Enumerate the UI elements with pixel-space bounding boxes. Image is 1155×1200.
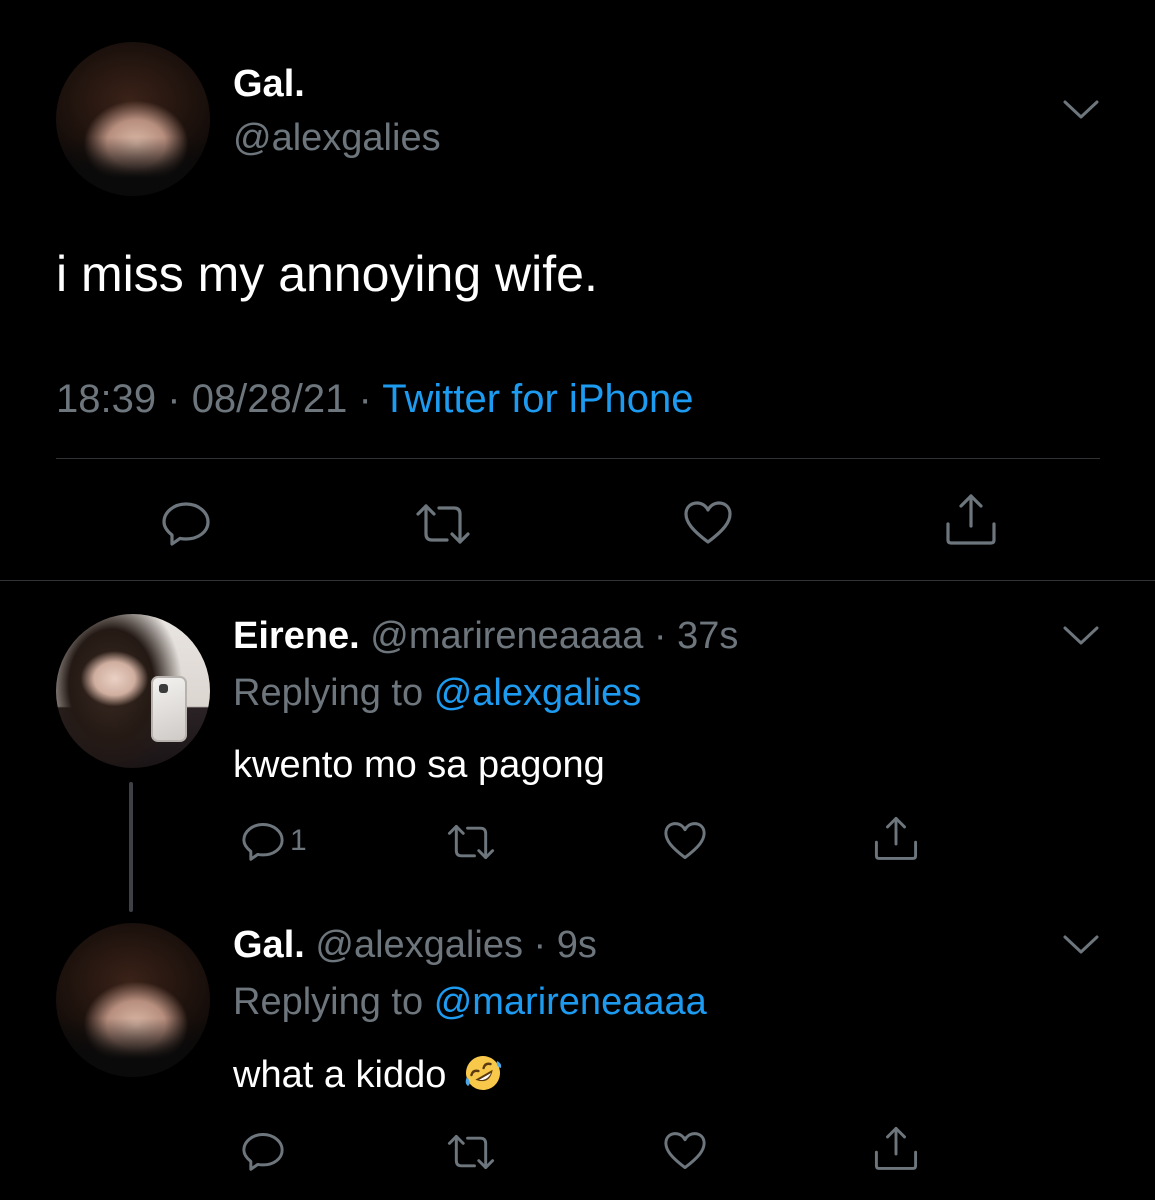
divider: [56, 458, 1100, 459]
chevron-down-icon[interactable]: [1062, 933, 1100, 957]
avatar[interactable]: [56, 923, 210, 1077]
reply-icon[interactable]: [240, 821, 286, 861]
tweet-meta: 18:39 · 08/28/21 · Twitter for iPhone: [56, 377, 693, 422]
meta-separator: ·: [167, 377, 181, 421]
retweet-icon[interactable]: [413, 502, 473, 546]
avatar[interactable]: [56, 614, 210, 768]
share-icon[interactable]: [873, 1125, 919, 1171]
replying-to: Replying to @marireneaaaa: [233, 981, 707, 1024]
retweet-icon[interactable]: [445, 823, 497, 861]
username[interactable]: @alexgalies: [315, 924, 523, 966]
phone-in-photo: [151, 676, 187, 742]
heart-icon[interactable]: [662, 1131, 708, 1171]
heart-icon[interactable]: [662, 821, 708, 861]
reply-icon[interactable]: [160, 500, 212, 546]
replying-to: Replying to @alexgalies: [233, 672, 641, 715]
avatar[interactable]: [56, 42, 210, 196]
replying-to-label: Replying to: [233, 981, 424, 1023]
reply-header: Gal. @alexgalies · 9s: [233, 924, 597, 966]
username[interactable]: @alexgalies: [233, 117, 441, 160]
heart-icon[interactable]: [682, 500, 734, 546]
share-icon[interactable]: [944, 492, 998, 546]
reply-header: Eirene. @marireneaaaa · 37s: [233, 615, 739, 657]
share-icon[interactable]: [873, 815, 919, 861]
tweet-date: 08/28/21: [191, 377, 348, 421]
retweet-icon[interactable]: [445, 1133, 497, 1171]
reply-icon[interactable]: [240, 1131, 286, 1171]
tweet-time: 18:39: [56, 377, 157, 421]
chevron-down-icon[interactable]: [1062, 624, 1100, 648]
tweet-text: what a kiddo: [233, 1054, 447, 1096]
rolling-laughing-emoji-icon: [463, 1053, 503, 1093]
display-name[interactable]: Gal.: [233, 924, 305, 966]
tweet-text-row: what a kiddo: [233, 1053, 503, 1097]
tweet-text: i miss my annoying wife.: [56, 246, 598, 302]
chevron-down-icon[interactable]: [1062, 98, 1100, 122]
replying-to-label: Replying to: [233, 672, 424, 714]
tweet-age: 9s: [556, 924, 597, 966]
thread-line: [129, 782, 133, 912]
display-name[interactable]: Gal.: [233, 63, 305, 106]
tweet-age: 37s: [677, 615, 739, 657]
divider: [0, 580, 1155, 581]
replying-to-link[interactable]: @marireneaaaa: [434, 981, 707, 1023]
meta-separator: ·: [358, 377, 372, 421]
replying-to-link[interactable]: @alexgalies: [434, 672, 642, 714]
tweet-source-link[interactable]: Twitter for iPhone: [382, 377, 693, 421]
tweet-text: kwento mo sa pagong: [233, 744, 605, 786]
username[interactable]: @marireneaaaa: [370, 615, 643, 657]
display-name[interactable]: Eirene.: [233, 615, 360, 657]
reply-count: 1: [290, 824, 307, 857]
